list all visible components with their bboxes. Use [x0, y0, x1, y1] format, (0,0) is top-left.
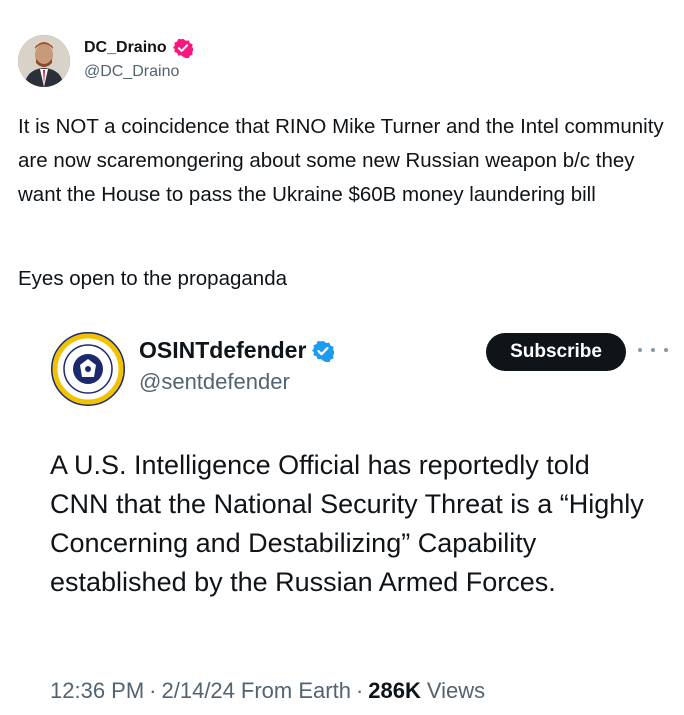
dot: [638, 348, 642, 352]
post-meta: 12:36 PM · 2/14/24 From Earth · 286K Vie…: [50, 678, 485, 704]
dot: [664, 348, 668, 352]
dot: [651, 348, 655, 352]
verified-badge-icon: [312, 340, 335, 362]
post-date[interactable]: 2/14/24: [162, 678, 235, 704]
author-name-text[interactable]: DC_Draino: [84, 39, 167, 57]
post-time[interactable]: 12:36 PM: [50, 678, 144, 704]
more-dots-icon[interactable]: [638, 340, 668, 360]
author-handle[interactable]: @DC_Draino: [84, 63, 179, 81]
quoted-author-name[interactable]: OSINTdefender: [139, 337, 335, 364]
post-text: It is NOT a coincidence that RINO Mike T…: [18, 115, 664, 206]
verified-badge-icon: [172, 38, 193, 58]
subscribe-button[interactable]: Subscribe: [486, 333, 626, 371]
quoted-author-handle[interactable]: @sentdefender: [139, 369, 290, 395]
author-name[interactable]: DC_Draino: [84, 38, 193, 58]
separator-dot: ·: [355, 678, 364, 703]
quoted-author-name-text[interactable]: OSINTdefender: [139, 337, 306, 364]
views-label: Views: [426, 678, 486, 703]
quoted-post-text: A U.S. Intelligence Official has reporte…: [50, 450, 644, 597]
separator-dot: ·: [149, 678, 157, 703]
quoted-avatar[interactable]: [50, 331, 126, 407]
avatar[interactable]: [18, 35, 70, 87]
post-text-line2: Eyes open to the propaganda: [18, 267, 287, 290]
views-count[interactable]: 286K: [368, 678, 421, 704]
post-source: From Earth: [240, 678, 351, 703]
